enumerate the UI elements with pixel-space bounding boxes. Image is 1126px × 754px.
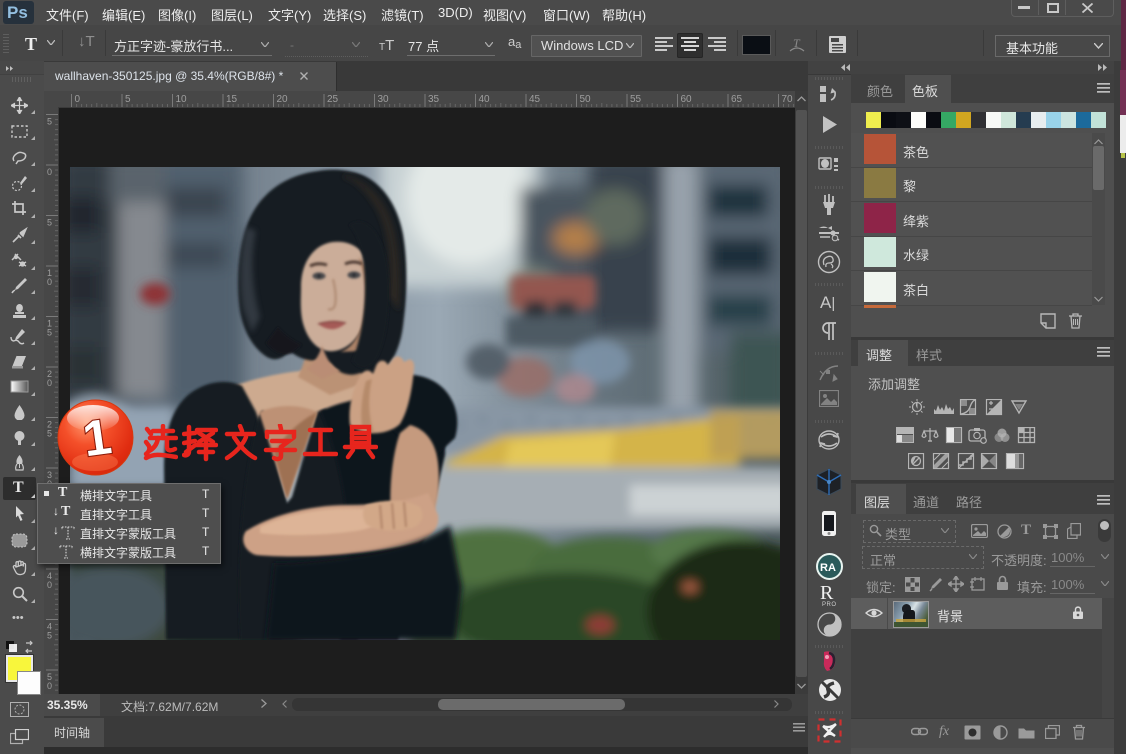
svg-text:5: 5 xyxy=(47,631,52,641)
svg-text:25: 25 xyxy=(327,94,339,105)
svg-text:60: 60 xyxy=(681,94,693,105)
svg-text:5: 5 xyxy=(47,328,52,338)
svg-text:20: 20 xyxy=(277,94,289,105)
svg-text:65: 65 xyxy=(731,94,743,105)
svg-text:5: 5 xyxy=(125,94,131,105)
svg-text:0: 0 xyxy=(47,378,52,388)
svg-text:45: 45 xyxy=(529,94,541,105)
svg-text:0: 0 xyxy=(47,167,52,177)
svg-text:15: 15 xyxy=(226,94,238,105)
svg-text:RA: RA xyxy=(820,562,836,574)
svg-text:5: 5 xyxy=(47,429,52,439)
svg-text:0: 0 xyxy=(47,277,52,287)
svg-text:5: 5 xyxy=(47,117,52,127)
svg-text:0: 0 xyxy=(47,580,52,590)
svg-text:55: 55 xyxy=(630,94,642,105)
svg-text:30: 30 xyxy=(378,94,390,105)
svg-text:0: 0 xyxy=(47,681,52,691)
svg-text:70: 70 xyxy=(782,94,794,105)
svg-text:50: 50 xyxy=(580,94,592,105)
svg-text:10: 10 xyxy=(176,94,188,105)
svg-text:40: 40 xyxy=(479,94,491,105)
svg-text:35: 35 xyxy=(428,94,440,105)
svg-text:0: 0 xyxy=(75,94,81,105)
svg-text:5: 5 xyxy=(47,218,52,228)
